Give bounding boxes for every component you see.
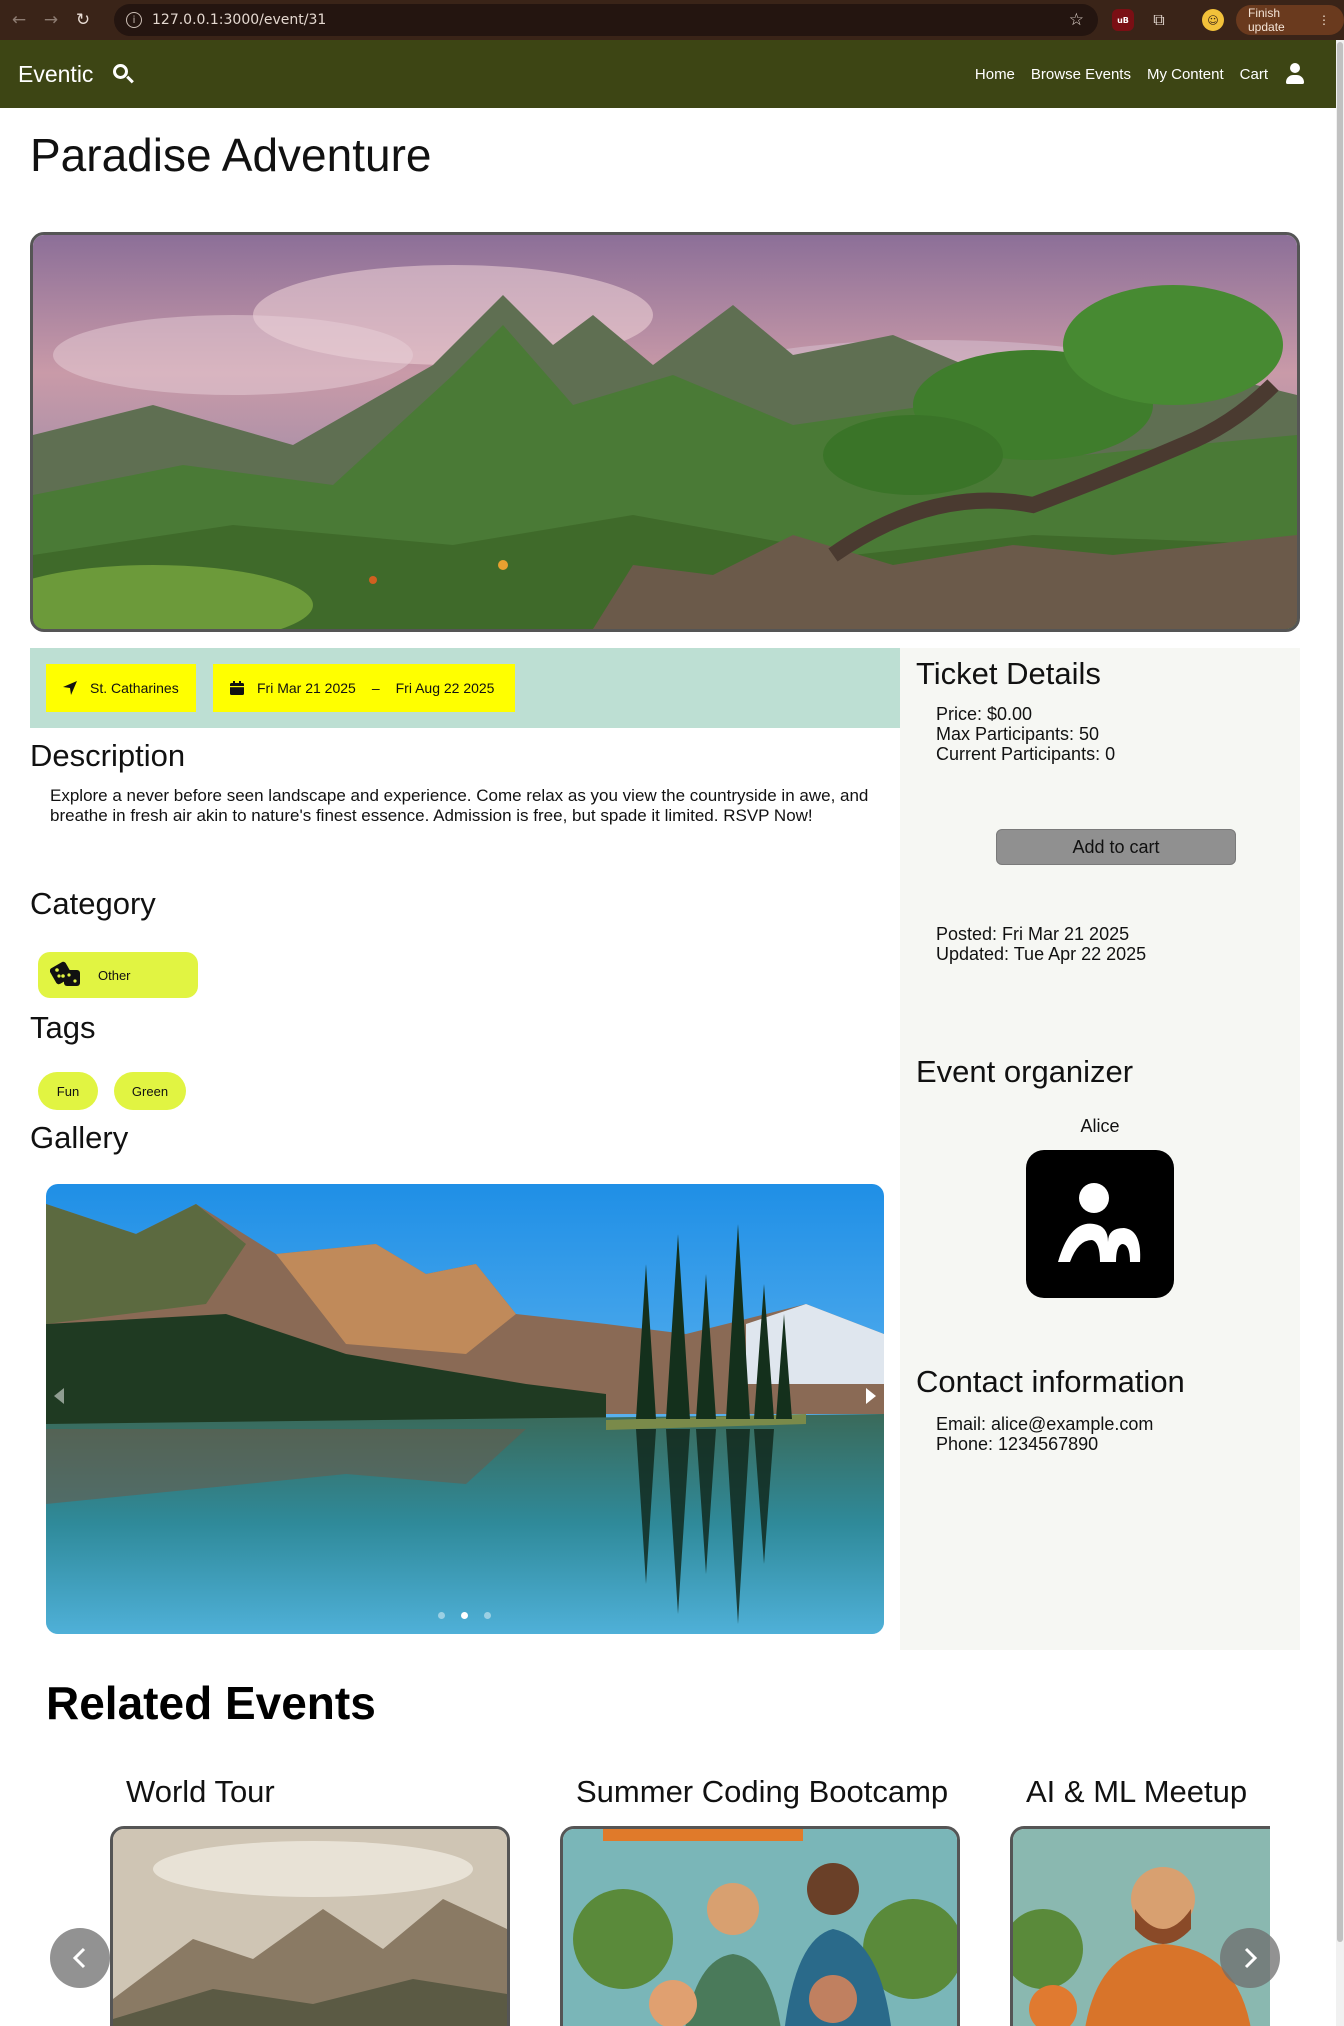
ticket-max-participants: Max Participants: 50 xyxy=(936,724,1100,744)
end-date: Fri Aug 22 2025 xyxy=(395,680,495,696)
gallery-heading: Gallery xyxy=(30,1120,129,1155)
gallery-dot[interactable] xyxy=(438,1612,445,1619)
bookmark-star-icon[interactable]: ☆ xyxy=(1069,10,1084,30)
gallery-dot[interactable] xyxy=(484,1612,491,1619)
related-prev-button[interactable] xyxy=(50,1928,110,1988)
organizer-avatar-icon[interactable] xyxy=(1026,1150,1174,1298)
gallery-carousel[interactable] xyxy=(46,1184,884,1634)
user-account-icon[interactable] xyxy=(1284,62,1306,86)
calendar-icon xyxy=(229,680,245,696)
related-event-title[interactable]: AI & ML Meetup xyxy=(1026,1774,1247,1810)
updated-date: Updated: Tue Apr 22 2025 xyxy=(936,944,1147,964)
related-events-heading: Related Events xyxy=(46,1677,376,1729)
forward-icon[interactable]: → xyxy=(38,7,64,33)
contact-phone: Phone: 1234567890 xyxy=(936,1434,1099,1454)
chevron-right-icon xyxy=(1244,1947,1258,1969)
profile-avatar-icon[interactable]: ☺ xyxy=(1202,9,1224,31)
url-text: 127.0.0.1:3000/event/31 xyxy=(152,12,327,28)
category-heading: Category xyxy=(30,886,156,921)
category-pill[interactable]: Other xyxy=(38,952,198,998)
related-event-title[interactable]: World Tour xyxy=(126,1774,275,1810)
ticket-price: Price: $0.00 xyxy=(936,704,1033,724)
gallery-dots xyxy=(438,1612,491,1619)
nav-cart-link[interactable]: Cart xyxy=(1240,66,1268,83)
ticket-details-heading: Ticket Details xyxy=(916,656,1101,691)
ublock-extension-icon[interactable]: uB xyxy=(1112,9,1134,31)
reload-icon[interactable]: ↻ xyxy=(70,7,96,33)
contact-email: Email: alice@example.com xyxy=(936,1414,1154,1434)
nav-browse-events-link[interactable]: Browse Events xyxy=(1031,66,1131,83)
category-label: Other xyxy=(98,967,131,983)
related-event-card-ai-ml-meetup[interactable] xyxy=(1010,1826,1270,2026)
contact-heading: Contact information xyxy=(916,1364,1185,1399)
description-heading: Description xyxy=(30,738,186,773)
related-next-button[interactable] xyxy=(1220,1928,1280,1988)
kebab-menu-icon: ⋮ xyxy=(1318,13,1330,27)
finish-update-button[interactable]: Finish update ⋮ xyxy=(1236,5,1344,35)
tag-pill[interactable]: Green xyxy=(114,1072,186,1110)
gallery-next-arrow[interactable] xyxy=(866,1388,876,1404)
date-chip: Fri Mar 21 2025 – Fri Aug 22 2025 xyxy=(213,664,515,712)
app-navbar: Eventic Home Browse Events My Content Ca… xyxy=(0,40,1336,108)
nav-my-content-link[interactable]: My Content xyxy=(1147,66,1224,83)
organizer-heading: Event organizer xyxy=(916,1054,1134,1089)
extensions-puzzle-icon[interactable]: ⧉ xyxy=(1148,9,1170,31)
site-info-icon[interactable]: i xyxy=(126,12,142,28)
finish-update-label: Finish update xyxy=(1248,6,1285,34)
page-scrollbar[interactable] xyxy=(1336,40,1344,2026)
back-icon[interactable]: ← xyxy=(6,7,32,33)
add-to-cart-button[interactable]: Add to cart xyxy=(996,829,1236,865)
gallery-prev-arrow[interactable] xyxy=(54,1388,64,1404)
tag-pill[interactable]: Fun xyxy=(38,1072,98,1110)
related-event-title[interactable]: Summer Coding Bootcamp xyxy=(576,1774,948,1810)
event-hero-image xyxy=(30,232,1300,632)
location-label: St. Catharines xyxy=(90,680,179,696)
dice-icon xyxy=(49,961,84,989)
location-arrow-icon xyxy=(62,680,78,696)
related-event-card-world-tour[interactable] xyxy=(110,1826,510,2026)
posted-date: Posted: Fri Mar 21 2025 xyxy=(936,924,1130,944)
description-text: Explore a never before seen landscape an… xyxy=(50,786,869,825)
organizer-name: Alice xyxy=(1080,1116,1120,1136)
date-separator: – xyxy=(371,680,380,696)
start-date: Fri Mar 21 2025 xyxy=(257,680,356,696)
chevron-left-icon xyxy=(72,1947,86,1969)
related-event-card-summer-coding-bootcamp[interactable] xyxy=(560,1826,960,2026)
browser-toolbar: ← → ↻ i 127.0.0.1:3000/event/31 ☆ uB ⧉ ☺… xyxy=(0,0,1344,40)
search-icon[interactable] xyxy=(111,62,135,86)
event-meta-strip: St. Catharines Fri Mar 21 2025 – Fri Aug… xyxy=(30,648,900,728)
tags-heading: Tags xyxy=(30,1010,96,1045)
ticket-sidebar: Ticket Details Price: $0.00 Max Particip… xyxy=(900,648,1300,1650)
gallery-dot-active[interactable] xyxy=(461,1612,468,1619)
event-title: Paradise Adventure xyxy=(30,129,432,181)
nav-links: Home Browse Events My Content Cart xyxy=(975,40,1306,108)
brand-logo[interactable]: Eventic xyxy=(18,61,93,88)
location-chip: St. Catharines xyxy=(46,664,196,712)
nav-home-link[interactable]: Home xyxy=(975,66,1015,83)
ticket-current-participants: Current Participants: 0 xyxy=(936,744,1116,764)
address-bar[interactable]: i 127.0.0.1:3000/event/31 ☆ xyxy=(114,4,1098,36)
